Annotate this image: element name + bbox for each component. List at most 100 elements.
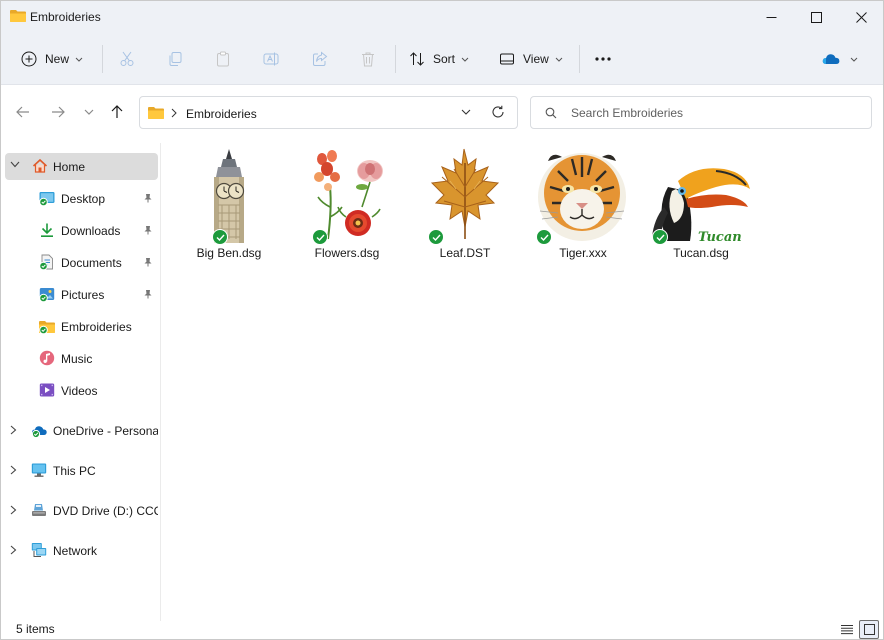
sidebar-item-label: Downloads	[61, 223, 121, 238]
chevron-down-icon	[555, 57, 563, 62]
pin-icon[interactable]	[143, 193, 153, 203]
sidebar-item-home[interactable]: Home	[5, 153, 158, 180]
details-view-icon	[841, 625, 853, 635]
details-view-button[interactable]	[837, 620, 857, 639]
sidebar-item-label: DVD Drive (D:) CCCOMA	[53, 503, 158, 518]
chevron-down-icon[interactable]	[460, 106, 472, 118]
cut-icon	[120, 51, 134, 66]
sidebar-item-this-pc[interactable]: This PC	[5, 457, 158, 484]
share-button[interactable]	[308, 47, 332, 71]
pin-icon[interactable]	[143, 257, 153, 267]
sidebar-item-documents[interactable]: Documents	[5, 249, 158, 276]
arrow-right-icon	[52, 106, 65, 118]
navigation-pane: Home Desktop Downloads Documents Picture…	[1, 143, 161, 621]
maximize-icon	[810, 11, 822, 23]
chevron-right-icon[interactable]	[10, 545, 17, 555]
paste-button[interactable]	[211, 47, 235, 71]
folder-icon	[39, 321, 55, 334]
view-button[interactable]: View	[499, 45, 563, 73]
maple-leaf-thumbnail	[430, 148, 500, 239]
computer-icon	[31, 463, 47, 477]
sidebar-item-label: Videos	[61, 383, 98, 398]
sync-status-icon	[212, 229, 228, 245]
share-icon	[313, 51, 328, 66]
up-button[interactable]	[106, 101, 128, 123]
copy-button[interactable]	[163, 47, 187, 71]
sort-icon	[410, 52, 424, 66]
toolbar-separator	[395, 45, 396, 73]
sort-label: Sort	[433, 52, 456, 66]
network-icon	[31, 543, 47, 557]
sidebar-item-music[interactable]: Music	[5, 345, 158, 372]
onedrive-cloud-icon	[31, 426, 47, 438]
chevron-down-icon	[75, 57, 83, 62]
minimize-button[interactable]	[748, 1, 794, 33]
dvd-drive-icon	[32, 504, 46, 516]
arrow-up-icon	[111, 105, 123, 118]
sidebar-item-videos[interactable]: Videos	[5, 377, 158, 404]
pin-icon[interactable]	[143, 225, 153, 235]
window-title: Embroideries	[30, 10, 101, 24]
chevron-right-icon[interactable]	[10, 465, 17, 475]
file-name: Big Ben.dsg	[196, 246, 262, 260]
chevron-right-icon	[171, 108, 177, 118]
recent-locations-button[interactable]	[78, 101, 100, 123]
more-icon	[595, 57, 611, 61]
rename-icon	[263, 52, 279, 66]
toucan-stitch-text: Tucan	[698, 230, 742, 245]
chevron-down-icon[interactable]	[10, 161, 20, 168]
cut-button[interactable]	[115, 47, 139, 71]
new-button[interactable]: New	[21, 45, 83, 73]
file-explorer-window: Embroideries New Sort View Embroideries …	[0, 0, 884, 640]
file-item[interactable]: Tucan Tucan.dsg	[646, 147, 756, 263]
toolbar-separator	[102, 45, 103, 73]
copy-icon	[169, 52, 182, 66]
search-input[interactable]	[571, 104, 861, 122]
rename-button[interactable]	[259, 47, 283, 71]
close-button[interactable]	[838, 1, 883, 33]
large-icons-view-icon	[863, 624, 875, 635]
maximize-button[interactable]	[793, 1, 839, 33]
arrow-left-icon	[16, 106, 29, 118]
sidebar-item-label: OneDrive - Personal	[53, 423, 158, 438]
pin-icon[interactable]	[143, 289, 153, 299]
sort-button[interactable]: Sort	[409, 45, 469, 73]
sidebar-item-onedrive[interactable]: OneDrive - Personal	[5, 417, 158, 444]
breadcrumb-embroideries[interactable]: Embroideries	[186, 107, 257, 121]
sidebar-item-pictures[interactable]: Pictures	[5, 281, 158, 308]
file-item[interactable]: Flowers.dsg	[292, 147, 402, 263]
onedrive-button[interactable]	[818, 47, 862, 71]
chevron-right-icon[interactable]	[10, 505, 17, 515]
desktop-icon	[39, 192, 55, 206]
see-more-button[interactable]	[591, 47, 615, 71]
sidebar-item-desktop[interactable]: Desktop	[5, 185, 158, 212]
search-box[interactable]	[530, 96, 872, 129]
chevron-down-icon	[461, 57, 469, 62]
sidebar-item-label: Home	[53, 159, 86, 174]
file-list: Big Ben.dsg Flowers.dsg Leaf.DST Tiger.x…	[162, 143, 883, 621]
back-button[interactable]	[12, 101, 34, 123]
sidebar-item-network[interactable]: Network	[5, 537, 158, 564]
folder-icon	[10, 10, 26, 22]
big-ben-thumbnail	[214, 149, 245, 243]
forward-button[interactable]	[47, 101, 69, 123]
plus-circle-icon	[21, 51, 37, 67]
toolbar-separator	[579, 45, 580, 73]
status-bar: 5 items	[1, 619, 883, 639]
view-label: View	[523, 52, 549, 66]
paste-icon	[217, 51, 229, 67]
delete-button[interactable]	[356, 47, 380, 71]
sidebar-item-label: Embroideries	[61, 319, 132, 334]
file-item[interactable]: Tiger.xxx	[528, 147, 638, 263]
file-item[interactable]: Leaf.DST	[410, 147, 520, 263]
sidebar-item-dvd-drive[interactable]: DVD Drive (D:) CCCOMA	[5, 497, 158, 524]
sidebar-item-embroideries[interactable]: Embroideries	[5, 313, 158, 340]
chevron-right-icon[interactable]	[10, 425, 17, 435]
sidebar-item-downloads[interactable]: Downloads	[5, 217, 158, 244]
file-item[interactable]: Big Ben.dsg	[174, 147, 284, 263]
large-icons-view-button[interactable]	[859, 620, 879, 639]
address-bar[interactable]: Embroideries	[139, 96, 518, 129]
sync-status-icon	[536, 229, 552, 245]
refresh-icon[interactable]	[491, 105, 505, 119]
view-icon	[500, 53, 514, 65]
